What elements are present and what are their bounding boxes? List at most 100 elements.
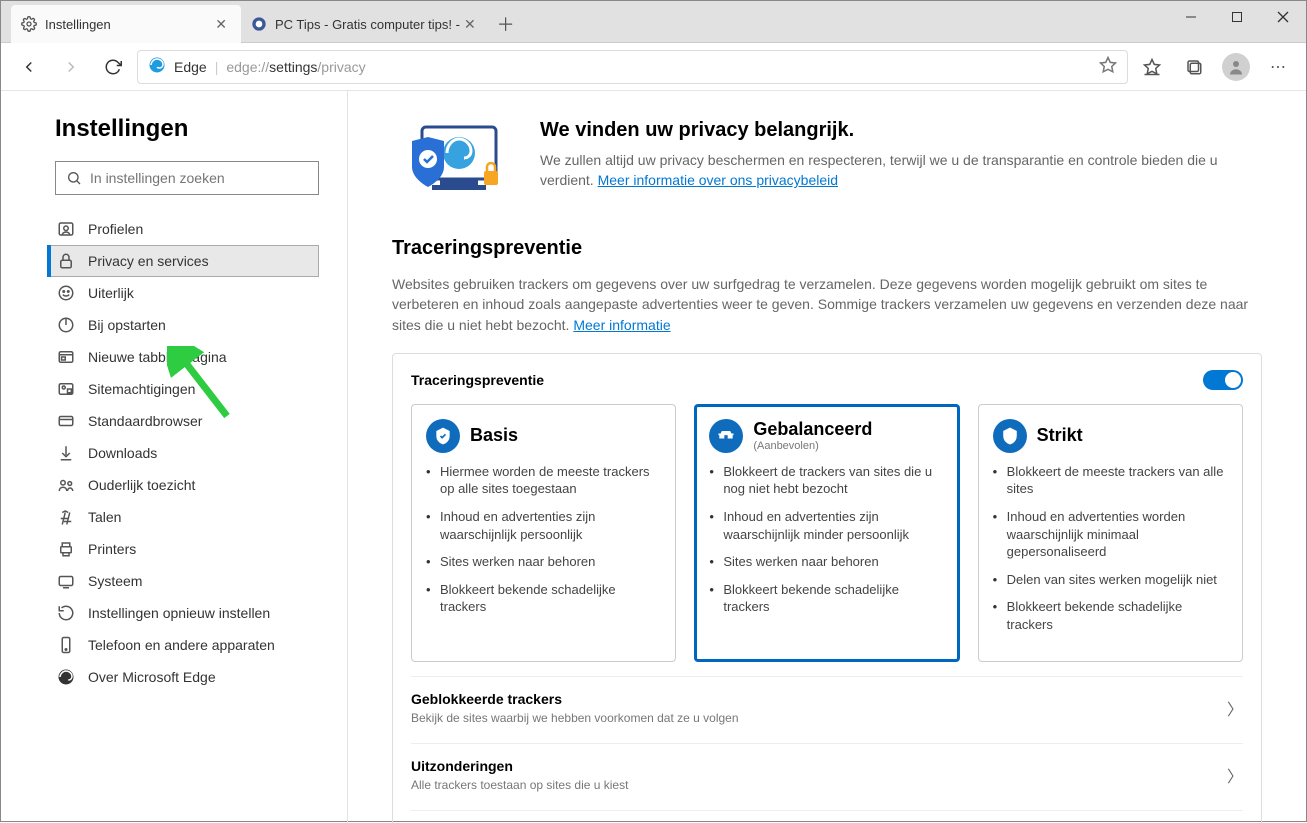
nav-icon bbox=[56, 571, 76, 591]
sidebar-item-nieuwe-tabbladpagina[interactable]: Nieuwe tabbladpagina bbox=[47, 341, 319, 373]
row-subtitle: Alle trackers toestaan op sites die u ki… bbox=[411, 778, 628, 792]
gear-icon bbox=[21, 16, 37, 32]
nav-item-label: Standaardbrowser bbox=[88, 413, 202, 429]
sidebar-item-profielen[interactable]: Profielen bbox=[47, 213, 319, 245]
privacy-desc: We zullen altijd uw privacy beschermen e… bbox=[540, 150, 1262, 191]
tracking-level-basis[interactable]: BasisHiermee worden de meeste trackers o… bbox=[411, 404, 676, 662]
sidebar-item-over-microsoft-edge[interactable]: Over Microsoft Edge bbox=[47, 661, 319, 693]
tab-pctips[interactable]: PC Tips - Gratis computer tips! - ✕ bbox=[241, 5, 490, 43]
privacy-title: We vinden uw privacy belangrijk. bbox=[540, 119, 1262, 142]
nav-icon bbox=[56, 315, 76, 335]
edge-logo-icon bbox=[148, 56, 166, 77]
tracking-level-strikt[interactable]: StriktBlokkeert de meeste trackers van a… bbox=[978, 404, 1243, 662]
close-window-button[interactable] bbox=[1260, 1, 1306, 33]
nav-item-label: Instellingen opnieuw instellen bbox=[88, 605, 270, 621]
nav-item-label: Profielen bbox=[88, 221, 143, 237]
sidebar-item-privacy-en-services[interactable]: Privacy en services bbox=[47, 245, 319, 277]
new-tab-button[interactable]: ＋ bbox=[490, 5, 522, 43]
level-bullet: Blokkeert de trackers van sites die u no… bbox=[709, 463, 944, 498]
nav-item-label: Bij opstarten bbox=[88, 317, 166, 333]
maximize-button[interactable] bbox=[1214, 1, 1260, 33]
nav-icon bbox=[56, 283, 76, 303]
close-icon[interactable]: ✕ bbox=[460, 16, 480, 33]
nav-icon bbox=[56, 635, 76, 655]
row-title: Geblokkeerde trackers bbox=[411, 691, 739, 707]
level-bullet: Delen van sites werken mogelijk niet bbox=[993, 571, 1228, 589]
settings-main: We vinden uw privacy belangrijk. We zull… bbox=[348, 91, 1306, 823]
content-area: Instellingen Profielen Privacy en service… bbox=[1, 91, 1306, 823]
tracking-prevention-desc: Websites gebruiken trackers om gegevens … bbox=[392, 274, 1262, 335]
forward-button[interactable] bbox=[53, 49, 89, 85]
privacy-illustration bbox=[392, 119, 512, 209]
tab-settings[interactable]: Instellingen ✕ bbox=[11, 5, 241, 43]
profile-button[interactable] bbox=[1218, 49, 1254, 85]
sidebar-item-standaardbrowser[interactable]: Standaardbrowser bbox=[47, 405, 319, 437]
level-bullet: Inhoud en advertenties zijn waarschijnli… bbox=[709, 508, 944, 543]
nav-icon bbox=[56, 603, 76, 623]
tracking-toggle-label: Traceringspreventie bbox=[411, 372, 544, 388]
blocked-trackers-row[interactable]: Geblokkeerde trackers Bekijk de sites wa… bbox=[411, 676, 1243, 729]
tracking-level-cards: BasisHiermee worden de meeste trackers o… bbox=[411, 404, 1243, 662]
tracking-toggle-row: Traceringspreventie bbox=[411, 370, 1243, 390]
nav-item-label: Downloads bbox=[88, 445, 157, 461]
settings-search[interactable] bbox=[55, 161, 319, 195]
nav-icon bbox=[56, 475, 76, 495]
avatar-icon bbox=[1222, 53, 1250, 81]
level-bullet: Hiermee worden de meeste trackers op all… bbox=[426, 463, 661, 498]
nav-item-label: Printers bbox=[88, 541, 136, 557]
site-icon bbox=[251, 16, 267, 32]
sidebar-item-instellingen-opnieuw-instellen[interactable]: Instellingen opnieuw instellen bbox=[47, 597, 319, 629]
search-icon bbox=[66, 170, 82, 186]
sidebar-item-printers[interactable]: Printers bbox=[47, 533, 319, 565]
close-icon[interactable]: ✕ bbox=[211, 16, 231, 33]
tracking-card: Traceringspreventie BasisHiermee worden … bbox=[392, 353, 1262, 823]
level-icon bbox=[709, 419, 743, 453]
sidebar-item-uiterlijk[interactable]: Uiterlijk bbox=[47, 277, 319, 309]
collections-button[interactable] bbox=[1176, 49, 1212, 85]
refresh-button[interactable] bbox=[95, 49, 131, 85]
browser-toolbar: Edge | edge://settings/privacy ⋯ bbox=[1, 43, 1306, 91]
separator: | bbox=[215, 59, 219, 75]
level-bullet: Sites werken naar behoren bbox=[426, 553, 661, 571]
level-bullet: Blokkeert de meeste trackers van alle si… bbox=[993, 463, 1228, 498]
menu-button[interactable]: ⋯ bbox=[1260, 49, 1296, 85]
sidebar-item-telefoon-en-andere-apparaten[interactable]: Telefoon en andere apparaten bbox=[47, 629, 319, 661]
tracking-level-gebalanceerd[interactable]: Gebalanceerd(Aanbevolen) Blokkeert de tra… bbox=[694, 404, 959, 662]
minimize-button[interactable] bbox=[1168, 1, 1214, 33]
nav-icon bbox=[56, 347, 76, 367]
level-subtitle: (Aanbevolen) bbox=[753, 440, 872, 452]
level-bullet: Blokkeert bekende schadelijke trackers bbox=[993, 598, 1228, 633]
sidebar-item-systeem[interactable]: Systeem bbox=[47, 565, 319, 597]
back-button[interactable] bbox=[11, 49, 47, 85]
level-icon bbox=[993, 419, 1027, 453]
level-title: Gebalanceerd bbox=[753, 419, 872, 440]
sidebar-item-talen[interactable]: Talen bbox=[47, 501, 319, 533]
privacy-policy-link[interactable]: Meer informatie over ons privacybeleid bbox=[598, 172, 838, 188]
sidebar-item-sitemachtigingen[interactable]: Sitemachtigingen bbox=[47, 373, 319, 405]
tab-label: Instellingen bbox=[45, 17, 111, 32]
url-text: edge://settings/privacy bbox=[226, 59, 365, 75]
level-icon bbox=[426, 419, 460, 453]
nav-icon bbox=[56, 251, 76, 271]
level-bullet: Inhoud en advertenties zijn waarschijnli… bbox=[426, 508, 661, 543]
nav-icon bbox=[56, 443, 76, 463]
favorite-icon[interactable] bbox=[1099, 56, 1117, 77]
toolbar-right: ⋯ bbox=[1134, 49, 1296, 85]
sidebar-item-downloads[interactable]: Downloads bbox=[47, 437, 319, 469]
nav-icon bbox=[56, 667, 76, 687]
sidebar-item-bij-opstarten[interactable]: Bij opstarten bbox=[47, 309, 319, 341]
tracking-prevention-title: Traceringspreventie bbox=[392, 237, 1262, 260]
sidebar-item-ouderlijk-toezicht[interactable]: Ouderlijk toezicht bbox=[47, 469, 319, 501]
nav-item-label: Nieuwe tabbladpagina bbox=[88, 349, 227, 365]
search-input[interactable] bbox=[90, 170, 308, 186]
chevron-right-icon: 〉 bbox=[1227, 696, 1243, 720]
address-bar[interactable]: Edge | edge://settings/privacy bbox=[137, 50, 1128, 84]
sidebar-title: Instellingen bbox=[55, 115, 319, 143]
nav-item-label: Sitemachtigingen bbox=[88, 381, 195, 397]
favorites-button[interactable] bbox=[1134, 49, 1170, 85]
level-bullet: Blokkeert bekende schadelijke trackers bbox=[709, 581, 944, 616]
tracking-toggle[interactable] bbox=[1203, 370, 1243, 390]
nav-icon bbox=[56, 507, 76, 527]
learn-more-link[interactable]: Meer informatie bbox=[573, 317, 670, 333]
exceptions-row[interactable]: Uitzonderingen Alle trackers toestaan op… bbox=[411, 743, 1243, 796]
